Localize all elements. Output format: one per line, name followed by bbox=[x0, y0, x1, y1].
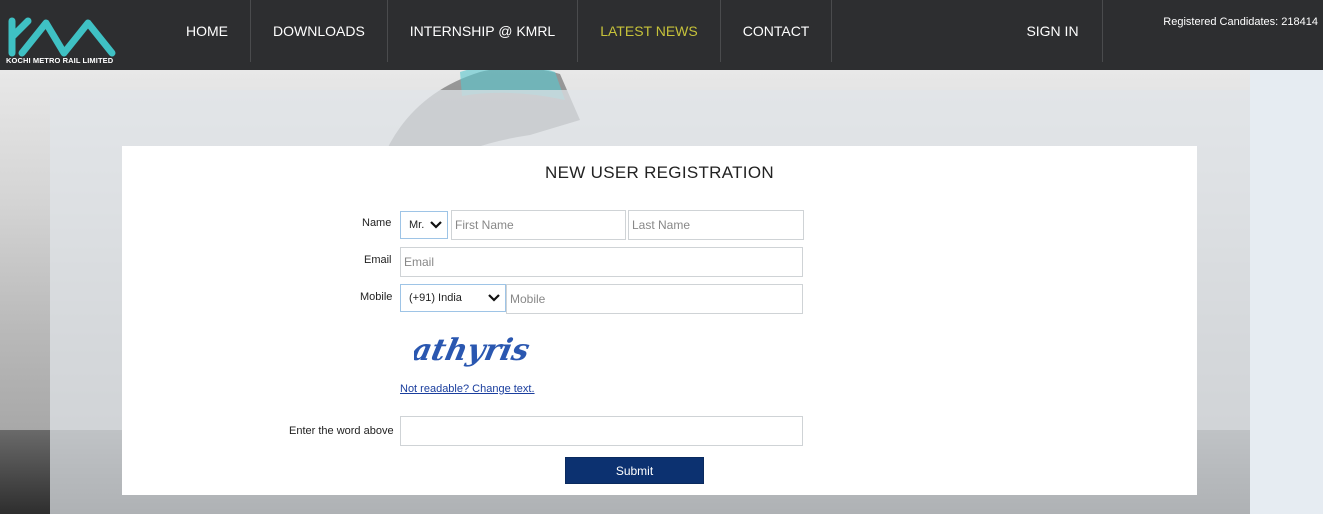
logo-text: KOCHI METRO RAIL LIMITED bbox=[6, 56, 114, 65]
chevron-down-icon bbox=[488, 294, 500, 302]
nav-internship[interactable]: INTERNSHIP @ KMRL bbox=[388, 0, 579, 62]
form-title: NEW USER REGISTRATION bbox=[545, 163, 774, 182]
captcha-image: athyris bbox=[414, 333, 533, 368]
nav-home[interactable]: HOME bbox=[164, 0, 251, 62]
email-input[interactable]: Email bbox=[400, 247, 803, 277]
change-captcha-link[interactable]: Not readable? Change text. bbox=[400, 383, 535, 395]
registered-candidates-count: Registered Candidates: 218414 bbox=[1163, 16, 1318, 28]
top-header: KOCHI METRO RAIL LIMITED HOME DOWNLOADS … bbox=[0, 0, 1323, 70]
mobile-label: Mobile bbox=[360, 291, 393, 303]
captcha-answer-input[interactable] bbox=[400, 416, 803, 446]
chevron-down-icon bbox=[430, 221, 442, 229]
first-name-input[interactable]: First Name bbox=[451, 210, 626, 240]
country-code-value: (+91) India bbox=[409, 292, 462, 304]
salutation-value: Mr. bbox=[409, 219, 425, 231]
background-right-edge bbox=[1250, 70, 1323, 514]
registration-card: NEW USER REGISTRATION Name Mr. First Nam… bbox=[122, 146, 1197, 495]
mobile-input[interactable]: Mobile bbox=[506, 284, 803, 314]
captcha-answer-label: Enter the word above bbox=[289, 425, 394, 437]
captcha-text: athyris bbox=[414, 333, 533, 368]
country-code-select[interactable]: (+91) India bbox=[400, 284, 506, 312]
nav-latest-news[interactable]: LATEST NEWS bbox=[578, 0, 721, 62]
email-label: Email bbox=[364, 254, 392, 266]
sign-in-link[interactable]: SIGN IN bbox=[1003, 0, 1103, 62]
salutation-select[interactable]: Mr. bbox=[400, 211, 448, 239]
submit-button[interactable]: Submit bbox=[565, 457, 704, 484]
last-name-input[interactable]: Last Name bbox=[628, 210, 804, 240]
name-label: Name bbox=[362, 217, 392, 229]
main-nav: HOME DOWNLOADS INTERNSHIP @ KMRL LATEST … bbox=[164, 0, 833, 62]
nav-contact[interactable]: CONTACT bbox=[721, 0, 833, 62]
nav-downloads[interactable]: DOWNLOADS bbox=[251, 0, 388, 62]
